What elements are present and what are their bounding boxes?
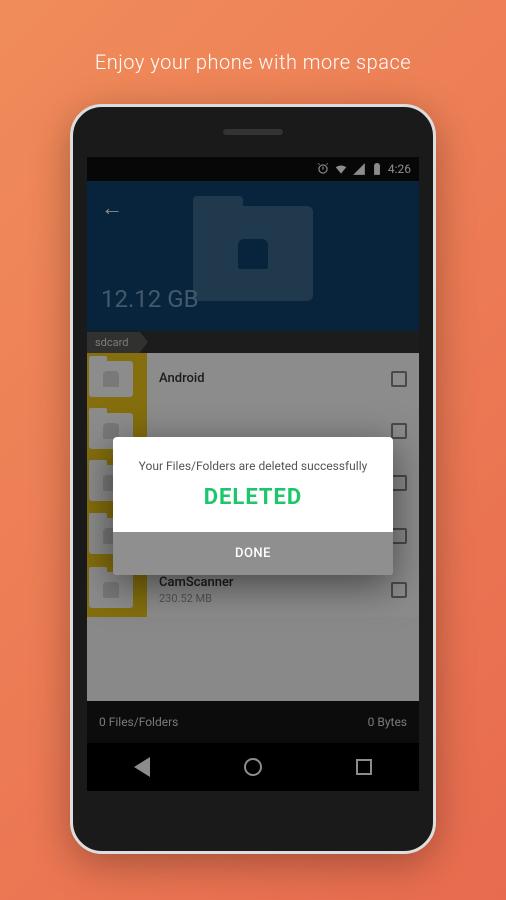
marketing-headline: Enjoy your phone with more space bbox=[0, 0, 506, 104]
phone-speaker bbox=[223, 129, 283, 135]
dialog-message: Your Files/Folders are deleted successfu… bbox=[113, 437, 393, 485]
phone-mockup: 4:26 ← 12.12 GB sdcard Android bbox=[70, 104, 436, 854]
dialog-title: DELETED bbox=[113, 485, 393, 532]
deleted-dialog: Your Files/Folders are deleted successfu… bbox=[113, 437, 393, 575]
device-screen: 4:26 ← 12.12 GB sdcard Android bbox=[87, 157, 419, 791]
done-button[interactable]: DONE bbox=[113, 532, 393, 575]
